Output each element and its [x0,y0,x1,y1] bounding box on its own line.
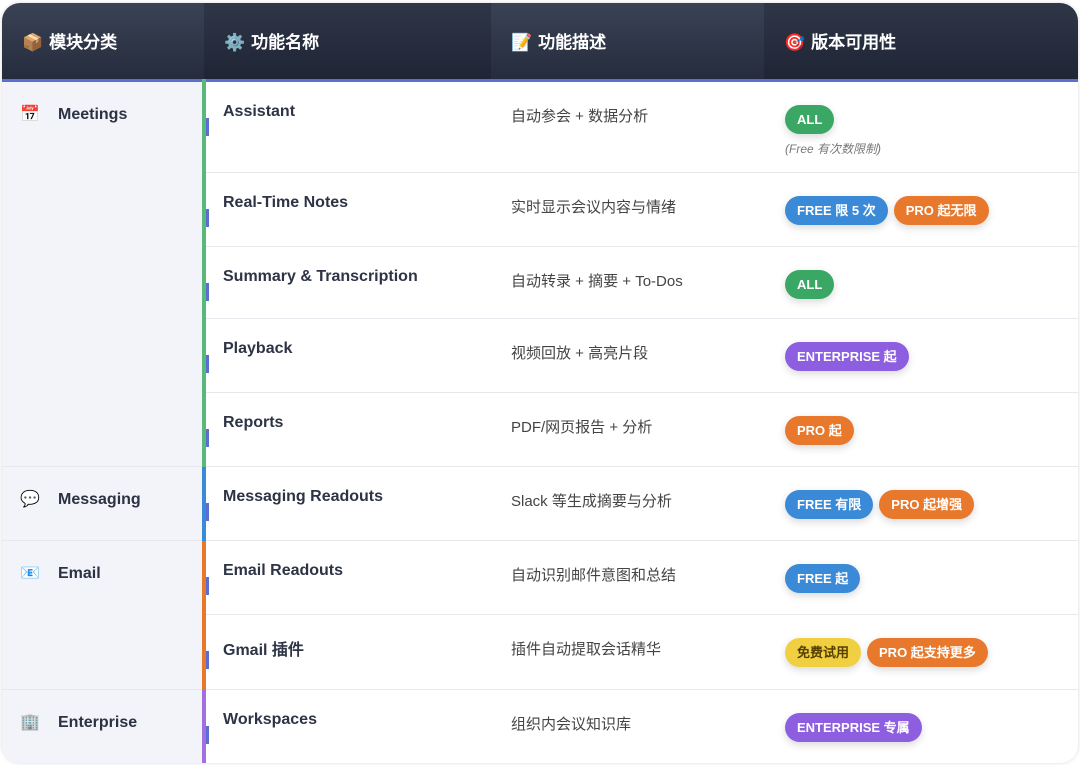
module-name: Email [58,564,101,582]
availability-badge: 免费试用 [785,637,862,667]
availability-badge: PRO 起无限 [893,195,989,225]
availability-badge: FREE 起 [785,563,861,593]
availability-cell: ENTERPRISE 起 [764,318,1078,393]
header-label: 功能名称 [251,33,320,53]
module-cell: 📧 Email [2,540,206,690]
availability-badge: ALL [785,269,835,299]
availability-badge: PRO 起支持更多 [867,637,988,667]
header-availability: 🎯 版本可用性 [764,3,1078,82]
module-cell: 📅 Meetings [2,80,206,467]
availability-cell: FREE 限 5 次 PRO 起无限 [764,172,1078,247]
feature-name: Real-Time Notes [204,172,491,247]
feature-description: PDF/网页报告 + 分析 [491,392,764,467]
table-row: 🏢 Enterprise Workspaces 组织内会议知识库 ENTERPRISE … [2,689,1078,763]
feature-description: 插件自动提取会话精华 [491,614,764,690]
meetings-icon: 📅 [20,105,40,123]
module-name: Messaging [58,490,141,508]
feature-table-card: 📦 模块分类 ⚙️ 功能名称 📝 功能描述 🎯 版本可用性 📅 Meetings Assistan… [2,3,1078,763]
availability-cell: ENTERPRISE 专属 [764,689,1078,763]
header-icon: 📝 [511,33,533,53]
module-cell: 🏢 Enterprise [2,689,206,763]
feature-description: 自动转录 + 摘要 + To-Dos [491,246,764,319]
availability-badge: FREE 有限 [785,489,874,519]
feature-description: 自动参会 + 数据分析 [491,80,764,173]
availability-badge: PRO 起 [785,415,854,445]
feature-name: Gmail 插件 [204,614,491,690]
header-feature: ⚙️ 功能名称 [204,3,491,82]
header-label: 功能描述 [538,33,607,53]
availability-badge: ALL [785,104,835,134]
header-label: 模块分类 [49,33,118,53]
feature-description: 实时显示会议内容与情绪 [491,172,764,247]
availability-badge: ENTERPRISE 专属 [785,712,922,742]
enterprise-icon: 🏢 [20,713,40,731]
availability-cell: FREE 有限 PRO 起增强 [764,466,1078,541]
feature-description: 视频回放 + 高亮片段 [491,318,764,393]
header-module: 📦 模块分类 [2,3,204,82]
header-label: 版本可用性 [811,33,897,53]
module-name: Meetings [58,105,128,123]
header-icon: 🎯 [784,33,806,53]
header-icon: 📦 [22,33,44,53]
module-name: Enterprise [58,713,138,731]
header-icon: ⚙️ [224,33,246,53]
feature-name: Email Readouts [204,540,491,615]
availability-badge: PRO 起增强 [879,489,975,519]
feature-description: 组织内会议知识库 [491,689,764,763]
availability-note: (Free 有次数限制) [785,141,882,156]
module-cell: 💬 Messaging [2,466,206,541]
feature-description: Slack 等生成摘要与分析 [491,466,764,541]
header-row: 📦 模块分类 ⚙️ 功能名称 📝 功能描述 🎯 版本可用性 [2,3,1078,82]
availability-cell: FREE 起 [764,540,1078,615]
availability-cell: PRO 起 [764,392,1078,467]
availability-badge: FREE 限 5 次 [785,195,888,225]
feature-name: Playback [204,318,491,393]
table-row: 📅 Meetings Assistant 自动参会 + 数据分析 ALL (Free 有次… [2,80,1078,467]
availability-badge: ENTERPRISE 起 [785,341,909,371]
feature-description: 自动识别邮件意图和总结 [491,540,764,615]
messaging-icon: 💬 [20,490,40,508]
email-icon: 📧 [20,564,40,582]
availability-cell: 免费试用 PRO 起支持更多 [764,614,1078,690]
feature-name: Summary & Transcription [204,246,491,319]
feature-name: Messaging Readouts [204,466,491,541]
availability-cell: ALL [764,246,1078,319]
feature-table: 📦 模块分类 ⚙️ 功能名称 📝 功能描述 🎯 版本可用性 📅 Meetings Assistan… [2,3,1078,763]
table-row: 💬 Messaging Messaging Readouts Slack 等生成摘要与… [2,466,1078,541]
header-description: 📝 功能描述 [491,3,764,82]
feature-name: Assistant [204,80,491,173]
table-row: 📧 Email Email Readouts 自动识别邮件意图和总结 FREE 起 [2,540,1078,690]
feature-name: Reports [204,392,491,467]
feature-name: Workspaces [204,689,491,763]
availability-cell: ALL (Free 有次数限制) [764,80,1078,173]
